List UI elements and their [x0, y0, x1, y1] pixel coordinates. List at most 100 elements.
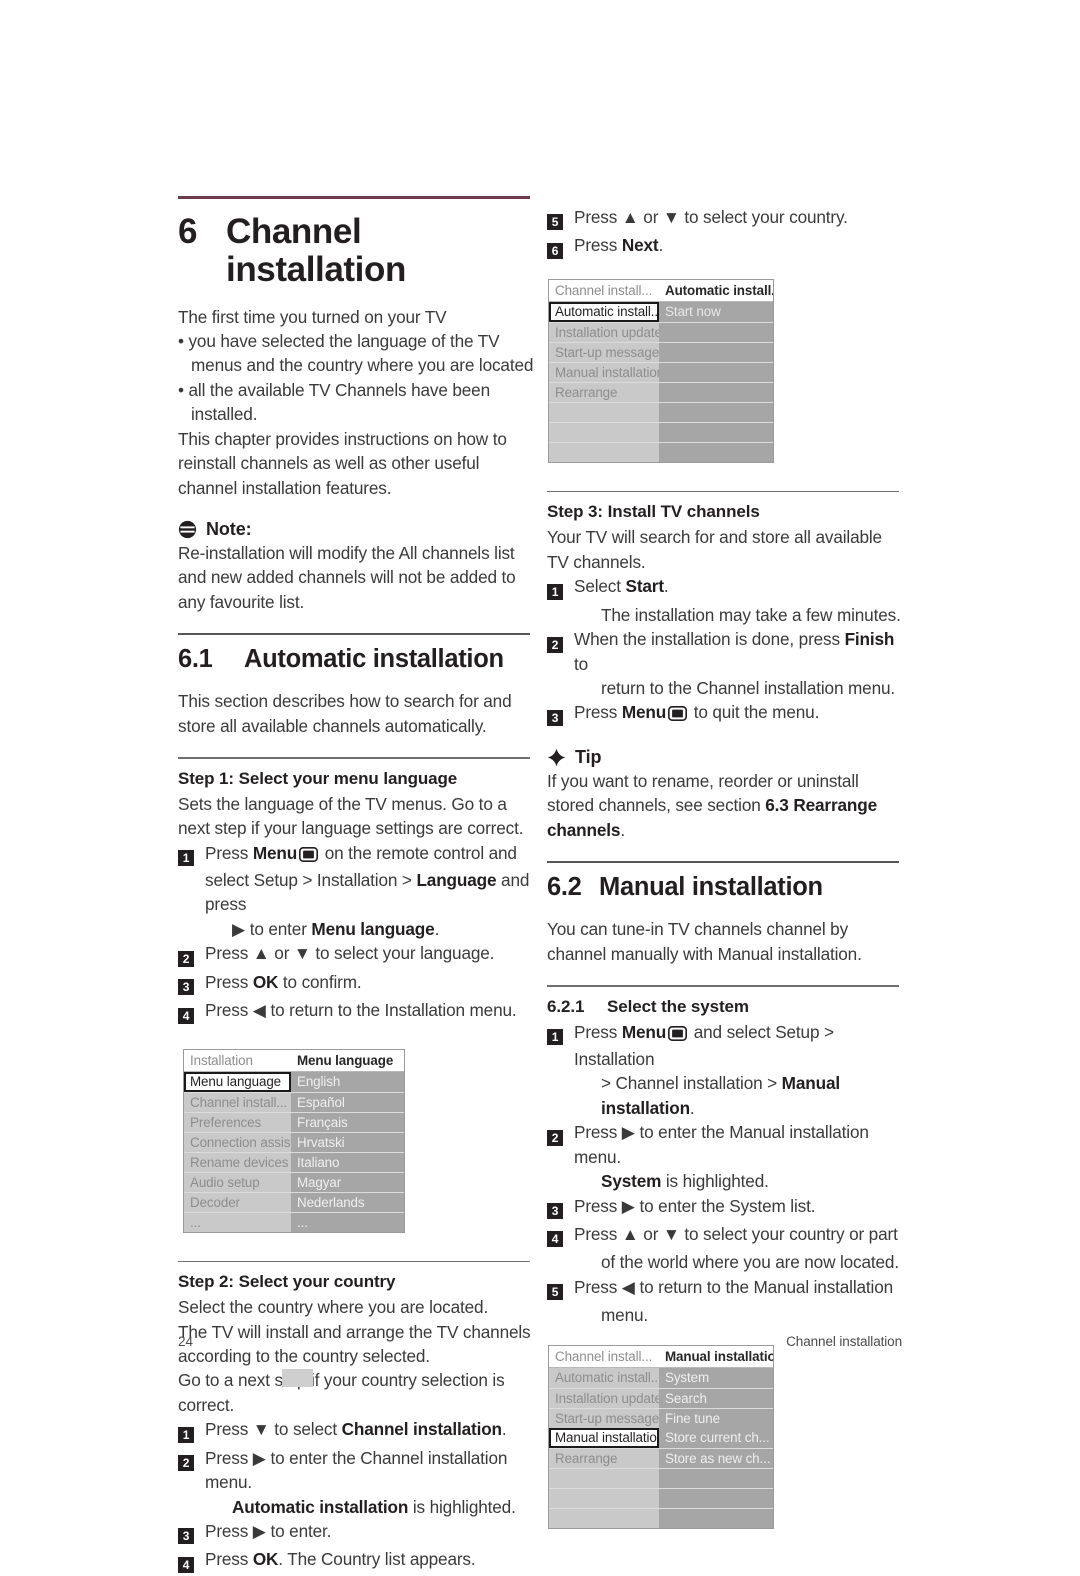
step-text: Press Menu on the remote control and sel…: [205, 842, 530, 915]
list-item: > Channel installation > Manual installa…: [547, 1071, 905, 1120]
menu-value: ...: [291, 1211, 404, 1232]
menu-value[interactable]: Hrvatski: [291, 1131, 404, 1152]
list-item: 2 Press ▶ to enter the Manual installati…: [547, 1120, 905, 1169]
list-item: System is highlighted.: [547, 1169, 905, 1193]
step-2-list-continued: 5 Press ▲ or ▼ to select your country. 6…: [547, 205, 905, 262]
step-number: 3: [547, 700, 574, 728]
list-item: 1 Press ▼ to select Channel installation…: [178, 1417, 536, 1445]
step-3-title: Step 3: Install TV channels: [547, 502, 760, 522]
table-row: [549, 1487, 773, 1508]
menu-value[interactable]: Start now: [659, 301, 773, 322]
menu-item-selected[interactable]: Manual installation: [549, 1427, 659, 1448]
menu-value[interactable]: System: [659, 1367, 773, 1388]
step-number: [178, 917, 205, 941]
automatic-installation-menu-screenshot: Channel install... Automatic install... …: [548, 278, 774, 463]
table-row: Channel install... Automatic install...: [549, 279, 773, 302]
step-2-intro-3: Go to a next step if your country select…: [178, 1370, 505, 1415]
menu-item[interactable]: Rearrange: [549, 1447, 659, 1468]
menu-item[interactable]: Rename devices: [184, 1151, 291, 1172]
step-number: 2: [178, 941, 205, 969]
step-number: 1: [178, 1417, 205, 1445]
menu-item[interactable]: Installation update: [549, 1387, 659, 1408]
list-item: Automatic installation is highlighted.: [178, 1495, 536, 1519]
step-number: 2: [178, 1446, 205, 1495]
intro-bullet-1: • you have selected the language of the …: [178, 331, 534, 376]
table-row: Installation update: [549, 321, 773, 342]
list-item: 2 When the installation is done, press F…: [547, 627, 905, 676]
menu-header-left: Channel install...: [549, 1345, 659, 1368]
tip-label: Tip: [575, 746, 602, 767]
menu-value: [659, 321, 773, 342]
step-2-intro-1: Select the country where you are located…: [178, 1297, 489, 1318]
menu-item[interactable]: Audio setup: [184, 1171, 291, 1192]
table-row: Automatic install... Start now: [549, 301, 773, 322]
section-61-heading: 6.1 Automatic installation: [178, 645, 536, 673]
menu-item[interactable]: Start-up message: [549, 1407, 659, 1428]
step-text: of the world where you are now located.: [601, 1252, 899, 1273]
menu-header-left: Installation: [184, 1049, 291, 1072]
table-row: Audio setup Magyar: [184, 1171, 404, 1192]
step-2-rule: [178, 1260, 530, 1263]
menu-item[interactable]: Decoder: [184, 1191, 291, 1212]
step-text: Press ◀ to return to the Manual installa…: [574, 1276, 894, 1297]
menu-item[interactable]: Automatic install...: [549, 1367, 659, 1388]
menu-item-selected[interactable]: Menu language: [184, 1071, 291, 1092]
menu-value[interactable]: Store current ch...: [659, 1427, 773, 1448]
menu-value[interactable]: Español: [291, 1091, 404, 1112]
list-item: 1 Press Menu on the remote control and s…: [178, 841, 536, 917]
menu-value[interactable]: Magyar: [291, 1171, 404, 1192]
menu-item-selected[interactable]: Automatic install...: [549, 301, 659, 322]
step-text: Press ▲ or ▼ to select your language.: [205, 943, 495, 964]
step-text: Press OK. The Country list appears.: [205, 1549, 476, 1570]
section-621-number: 6.2.1: [547, 996, 585, 1016]
table-row: Decoder Nederlands: [184, 1191, 404, 1212]
table-row: [549, 441, 773, 462]
menu-value[interactable]: Français: [291, 1111, 404, 1132]
step-text: Press ◀ to return to the Installation me…: [205, 1000, 517, 1021]
menu-item[interactable]: Start-up message: [549, 341, 659, 362]
chapter-rule: [178, 196, 530, 199]
list-item: 3 Press Menu to quit the menu.: [547, 700, 905, 728]
menu-item[interactable]: Connection assist.: [184, 1131, 291, 1152]
step-text: Press ▶ to enter.: [205, 1520, 332, 1541]
note-heading: Note:: [178, 519, 536, 540]
left-column: 6 Channel installation The first time yo…: [178, 196, 536, 1576]
step-number: [547, 603, 574, 627]
chapter-heading: 6 Channel installation: [178, 213, 536, 289]
table-row: Channel install... Manual installation: [549, 1345, 773, 1368]
note-text: Re-installation will modify the All chan…: [178, 542, 516, 612]
menu-value[interactable]: Italiano: [291, 1151, 404, 1172]
step-text: ▶ to enter Menu language.: [232, 918, 440, 939]
table-row: Preferences Français: [184, 1111, 404, 1132]
table-row: [549, 1467, 773, 1488]
step-number: 3: [178, 970, 205, 998]
menu-item[interactable]: Channel install...: [184, 1091, 291, 1112]
menu-header-right: Manual installation: [659, 1345, 773, 1368]
menu-value[interactable]: Fine tune: [659, 1407, 773, 1428]
menu-item[interactable]: Manual installation: [549, 361, 659, 382]
list-item: 3 Press ▶ to enter the System list.: [547, 1194, 905, 1222]
list-item: menu.: [547, 1303, 905, 1327]
table-row: Connection assist. Hrvatski: [184, 1131, 404, 1152]
menu-item[interactable]: Installation update: [549, 321, 659, 342]
menu-item[interactable]: Rearrange: [549, 381, 659, 402]
step-3-intro: Your TV will search for and store all av…: [547, 527, 882, 572]
list-item: of the world where you are now located.: [547, 1250, 905, 1274]
menu-value[interactable]: English: [291, 1071, 404, 1092]
list-item: 4 Press OK. The Country list appears.: [178, 1547, 536, 1575]
menu-item[interactable]: Preferences: [184, 1111, 291, 1132]
table-row: Automatic install... System: [549, 1367, 773, 1388]
note-label: Note:: [206, 518, 252, 539]
step-text: Automatic installation is highlighted.: [232, 1496, 516, 1517]
menu-value: [659, 1507, 773, 1528]
step-1-title: Step 1: Select your menu language: [178, 768, 458, 788]
menu-value[interactable]: Nederlands: [291, 1191, 404, 1212]
menu-value: [659, 341, 773, 362]
menu-value[interactable]: Search: [659, 1387, 773, 1408]
menu-value: [659, 401, 773, 422]
menu-value[interactable]: Store as new ch...: [659, 1447, 773, 1468]
list-item: 5 Press ◀ to return to the Manual instal…: [547, 1275, 905, 1303]
step-number: 1: [547, 1020, 574, 1072]
step-text: Press Next.: [574, 235, 664, 256]
table-row: [549, 1507, 773, 1528]
